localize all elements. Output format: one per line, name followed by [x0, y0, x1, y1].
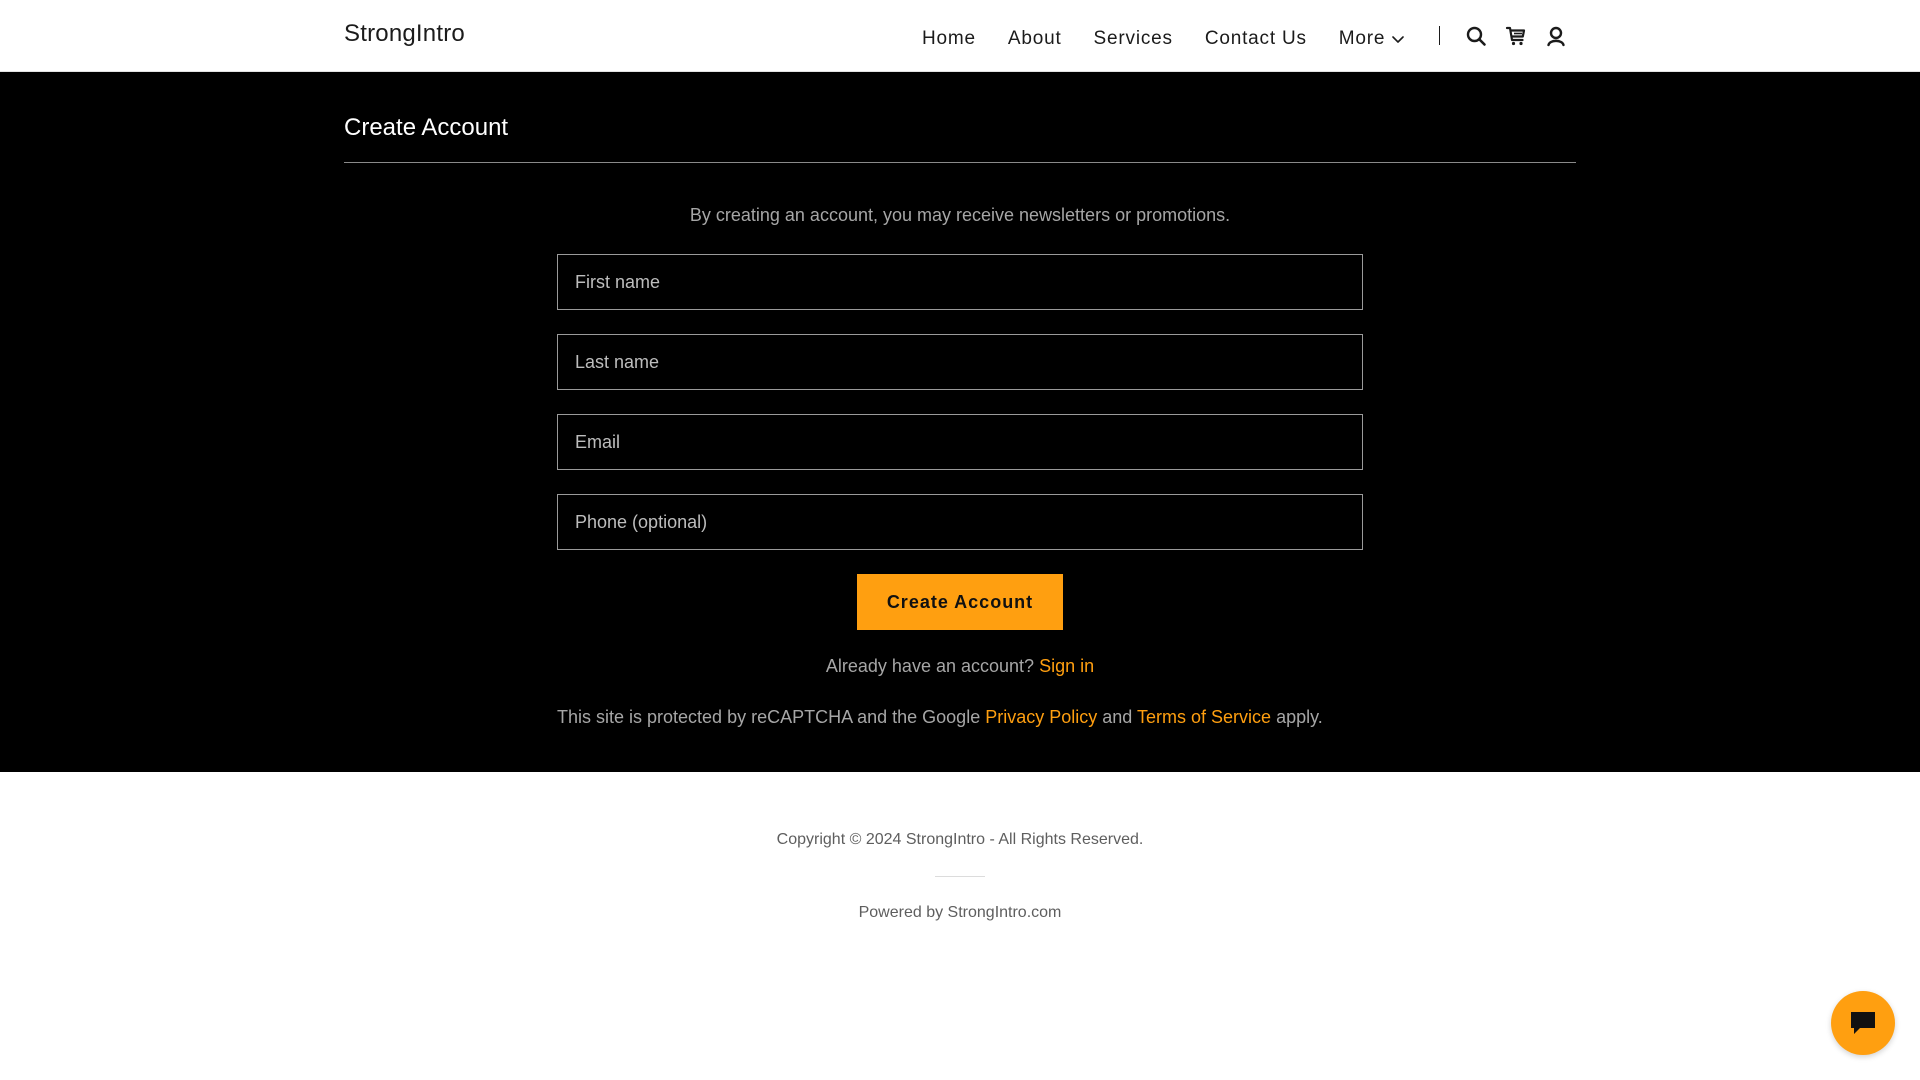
signin-prompt-text: Already have an account?	[825, 656, 1035, 676]
main-nav: Home About Services Contact Us More	[922, 24, 1405, 54]
chat-button[interactable]	[1831, 991, 1895, 1055]
nav-divider	[1439, 26, 1440, 45]
copyright-text: Copyright © 2024 StrongIntro - All Right…	[776, 831, 1144, 848]
nav-more-label: More	[1338, 28, 1386, 49]
newsletter-notice: By creating an account, you may receive …	[689, 205, 1231, 225]
recaptcha-prefix: This site is protected by reCAPTCHA and …	[557, 707, 981, 727]
page-title: Create Account	[344, 114, 509, 141]
nav-item-contact-us[interactable]: Contact Us	[1205, 28, 1307, 50]
phone-field[interactable]	[557, 494, 1363, 550]
email-field[interactable]	[557, 414, 1363, 470]
nav-item-services[interactable]: Services	[1094, 28, 1173, 50]
nav-item-about[interactable]: About	[1008, 28, 1062, 50]
terms-of-service-link[interactable]: Terms of Service	[1137, 707, 1271, 727]
cart-icon[interactable]	[1503, 23, 1529, 49]
nav-more-dropdown[interactable]: More	[1339, 28, 1406, 50]
last-name-field[interactable]	[557, 334, 1363, 390]
nav-item-home[interactable]: Home	[922, 28, 976, 50]
chat-icon	[1848, 1008, 1878, 1038]
privacy-policy-link[interactable]: Privacy Policy	[985, 707, 1097, 727]
first-name-field[interactable]	[557, 254, 1363, 310]
footer-divider	[935, 876, 985, 877]
recaptcha-and: and	[1102, 707, 1133, 727]
title-divider	[344, 162, 1576, 163]
create-account-button[interactable]: Create Account	[857, 574, 1063, 630]
powered-by-text: Powered by StrongIntro.com	[858, 904, 1062, 921]
sign-in-link[interactable]: Sign in	[1039, 656, 1094, 676]
chevron-down-icon	[1391, 32, 1405, 46]
create-account-section: Create Account By creating an account, y…	[0, 72, 1920, 772]
site-header: StrongIntro Home About Services Contact …	[0, 0, 1920, 72]
brand-logo[interactable]: StrongIntro	[344, 20, 465, 48]
search-icon[interactable]	[1463, 23, 1489, 49]
recaptcha-suffix: apply.	[1276, 707, 1323, 727]
account-icon[interactable]	[1543, 23, 1569, 49]
signin-prompt-line: Already have an account? Sign in	[0, 656, 1920, 677]
recaptcha-notice: This site is protected by reCAPTCHA and …	[557, 707, 1323, 728]
